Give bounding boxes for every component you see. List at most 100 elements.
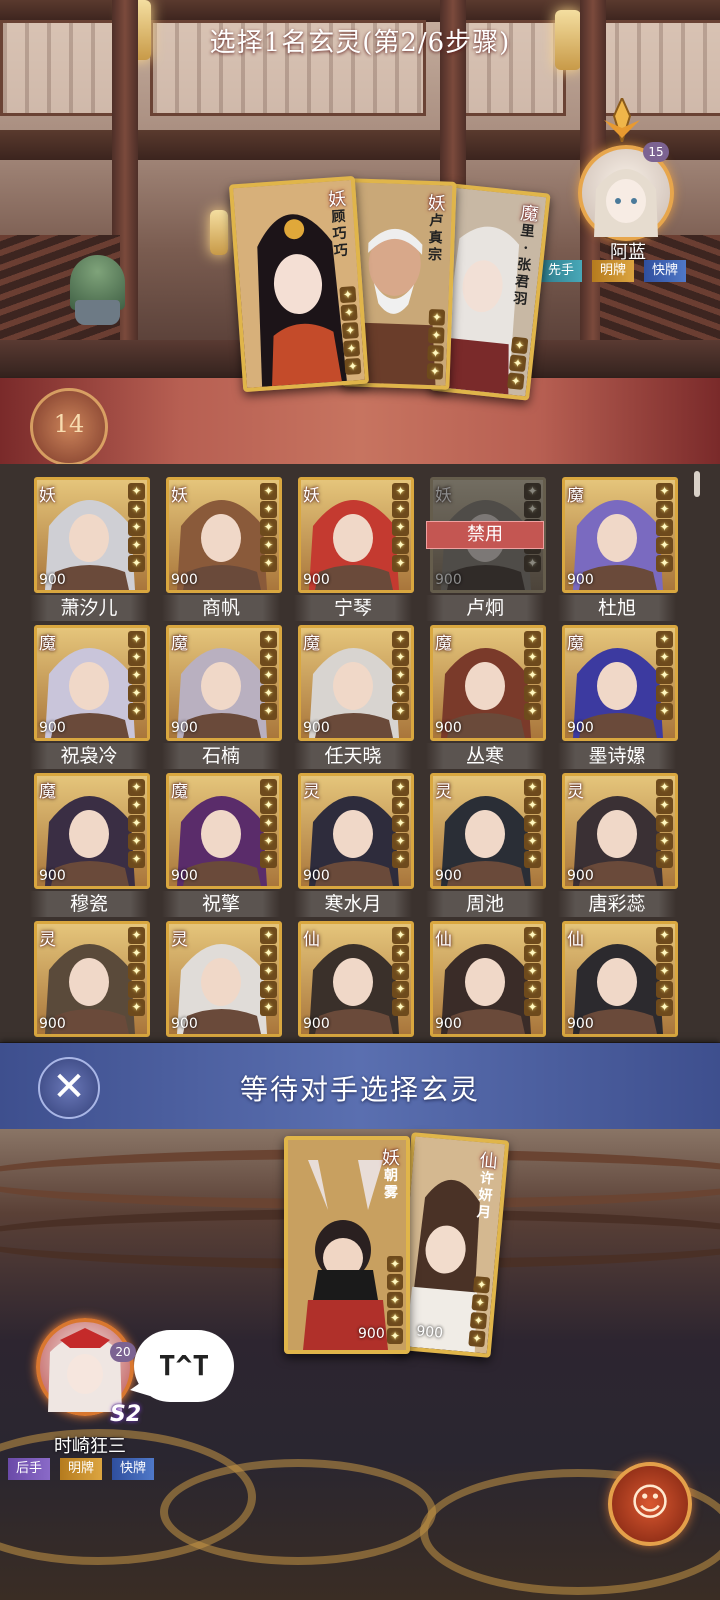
character-card[interactable]: 仙 ✦ ✦ ✦ ✦ ✦ 900 (430, 921, 546, 1037)
star-column: ✦✦✦✦✦ (128, 927, 145, 1016)
character-card[interactable]: 妖 ✦ ✦ ✦ ✦ ✦ 900 (34, 477, 150, 593)
star-icon: ✦ (128, 483, 145, 500)
star-column: ✦✦✦✦✦ (524, 779, 541, 868)
character-card[interactable]: 魔 ✦ ✦ ✦ ✦ ✦ 900 (34, 773, 150, 889)
banned-label: 禁用 (426, 521, 544, 549)
grid-scrollbar[interactable] (694, 471, 700, 497)
star-icon: ✦ (128, 963, 145, 980)
card-cost: 900 (303, 572, 330, 588)
star-icon: ✦ (392, 483, 409, 500)
character-card-cell[interactable]: 妖 ✦ ✦ ✦ ✦ ✦ 900 商帆 (162, 477, 288, 623)
star-icon: ✦ (260, 703, 277, 720)
character-card[interactable]: 魔 ✦ ✦ ✦ ✦ ✦ 900 (34, 625, 150, 741)
character-card[interactable]: 灵 ✦ ✦ ✦ ✦ ✦ 900 (298, 773, 414, 889)
star-icon: ✦ (524, 555, 541, 572)
star-icon: ✦ (392, 555, 409, 572)
card-name: 朝雾 (384, 1168, 398, 1201)
star-icon: ✦ (392, 851, 409, 868)
star-icon: ✦ (524, 815, 541, 832)
character-card-cell[interactable]: 魔 ✦ ✦ ✦ ✦ ✦ 900 石楠 (162, 625, 288, 771)
star-icon: ✦ (387, 1292, 403, 1308)
character-name: 唐彩蕊 (558, 891, 676, 917)
character-card-cell[interactable]: 灵 ✦ ✦ ✦ ✦ ✦ 900 唐彩蕊 (558, 773, 684, 919)
character-name: 任天晓 (294, 743, 412, 769)
character-card[interactable]: 灵 ✦ ✦ ✦ ✦ ✦ 900 (34, 921, 150, 1037)
star-icon: ✦ (656, 981, 673, 998)
star-icon: ✦ (656, 963, 673, 980)
star-column: ✦✦✦✦✦ (392, 483, 409, 572)
opponent-pick-card[interactable]: 妖 顾巧巧 ✦ ✦ ✦ ✦ ✦ (228, 175, 370, 393)
character-card[interactable]: 魔 ✦ ✦ ✦ ✦ ✦ 900 (562, 625, 678, 741)
star-icon: ✦ (656, 483, 673, 500)
star-icon: ✦ (260, 779, 277, 796)
star-icon: ✦ (524, 963, 541, 980)
step-banner (0, 378, 720, 464)
star-icon: ✦ (260, 815, 277, 832)
character-name: 墨诗嫘 (558, 743, 676, 769)
character-card[interactable]: 灵 ✦ ✦ ✦ ✦ ✦ 900 (166, 921, 282, 1037)
card-cost: 900 (303, 720, 330, 736)
card-cost: 900 (567, 868, 594, 884)
character-name: 寒水月 (294, 891, 412, 917)
step-title: 选择1名玄灵(第2/6步骤) (209, 28, 511, 58)
character-card-cell[interactable]: 魔 ✦ ✦ ✦ ✦ ✦ 900 祝袅冷 (30, 625, 156, 771)
star-icon: ✦ (128, 981, 145, 998)
character-card-cell[interactable]: 魔 ✦ ✦ ✦ ✦ ✦ 900 任天晓 (294, 625, 420, 771)
character-card[interactable]: 灵 ✦ ✦ ✦ ✦ ✦ 900 (562, 773, 678, 889)
card-cost: 900 (171, 720, 198, 736)
character-card[interactable]: 妖 ✦ ✦ ✦ ✦ ✦ 900 (166, 477, 282, 593)
character-card-cell[interactable]: 魔 ✦ ✦ ✦ ✦ ✦ 900 丛寒 (426, 625, 552, 771)
star-icon: ✦ (656, 927, 673, 944)
faction-label: 妖 (303, 486, 320, 506)
star-icon: ✦ (392, 519, 409, 536)
star-icon: ✦ (524, 631, 541, 648)
star-icon: ✦ (392, 649, 409, 666)
star-icon: ✦ (472, 1276, 491, 1294)
character-card[interactable]: 灵 ✦ ✦ ✦ ✦ ✦ 900 (430, 773, 546, 889)
star-icon: ✦ (128, 833, 145, 850)
star-icon: ✦ (656, 555, 673, 572)
character-card-cell[interactable]: 魔 ✦ ✦ ✦ ✦ ✦ 900 墨诗嫘 (558, 625, 684, 771)
character-card[interactable]: 妖 ✦ ✦ ✦ ✦ ✦ 900 (298, 477, 414, 593)
star-icon: ✦ (260, 851, 277, 868)
star-icon: ✦ (260, 685, 277, 702)
star-icon: ✦ (524, 703, 541, 720)
character-card-cell[interactable]: 灵 ✦ ✦ ✦ ✦ ✦ 900 周池 (426, 773, 552, 919)
character-card[interactable]: 魔 ✦ ✦ ✦ ✦ ✦ 900 (430, 625, 546, 741)
player-pick-card[interactable]: 仙 许妍月 ✦ ✦ ✦ ✦ 900 (392, 1132, 510, 1358)
card-cost: 900 (303, 868, 330, 884)
waiting-message: 等待对手选择玄灵 (239, 1073, 480, 1106)
character-card[interactable]: 魔 ✦ ✦ ✦ ✦ ✦ 900 (562, 477, 678, 593)
character-card[interactable]: 仙 ✦ ✦ ✦ ✦ ✦ 900 (562, 921, 678, 1037)
star-icon: ✦ (524, 927, 541, 944)
star-icon: ✦ (656, 851, 673, 868)
character-card-cell[interactable]: 魔 ✦ ✦ ✦ ✦ ✦ 900 祝擎 (162, 773, 288, 919)
star-icon: ✦ (656, 649, 673, 666)
avatar-portrait (48, 1328, 122, 1412)
star-column: ✦✦✦✦✦ (524, 927, 541, 1016)
player-fast-tag: 快牌 (112, 1458, 155, 1480)
card-name: 卢真宗 (427, 213, 444, 264)
star-icon: ✦ (128, 501, 145, 518)
star-icon: ✦ (392, 999, 409, 1016)
star-icon: ✦ (524, 981, 541, 998)
star-icon: ✦ (387, 1328, 403, 1344)
character-card-cell[interactable]: 魔 ✦ ✦ ✦ ✦ ✦ 900 杜旭 (558, 477, 684, 623)
character-card[interactable]: 魔 ✦ ✦ ✦ ✦ ✦ 900 (166, 625, 282, 741)
star-icon: ✦ (128, 779, 145, 796)
plant-pot (75, 300, 120, 325)
character-card[interactable]: 魔 ✦ ✦ ✦ ✦ ✦ 900 (166, 773, 282, 889)
character-card-cell[interactable]: 妖 ✦ ✦ ✦ ✦ ✦ 900 萧汐儿 (30, 477, 156, 623)
character-card-cell[interactable]: 灵 ✦ ✦ ✦ ✦ ✦ 900 寒水月 (294, 773, 420, 919)
emote-button[interactable]: ☺ (608, 1462, 692, 1546)
card-cost: 900 (435, 1016, 462, 1032)
character-card-cell[interactable]: 妖 ✦ ✦ ✦ ✦ ✦ 900 宁琴 (294, 477, 420, 623)
star-icon: ✦ (524, 851, 541, 868)
star-icon: ✦ (524, 833, 541, 850)
faction-label: 魔 (567, 486, 584, 506)
player-pick-card[interactable]: 妖 朝雾 ✦ ✦ ✦ ✦ ✦ 900 (284, 1136, 410, 1354)
star-icon: ✦ (508, 354, 527, 373)
character-card-cell[interactable]: 魔 ✦ ✦ ✦ ✦ ✦ 900 穆瓷 (30, 773, 156, 919)
character-card[interactable]: 魔 ✦ ✦ ✦ ✦ ✦ 900 (298, 625, 414, 741)
character-card[interactable]: 仙 ✦ ✦ ✦ ✦ ✦ 900 (298, 921, 414, 1037)
